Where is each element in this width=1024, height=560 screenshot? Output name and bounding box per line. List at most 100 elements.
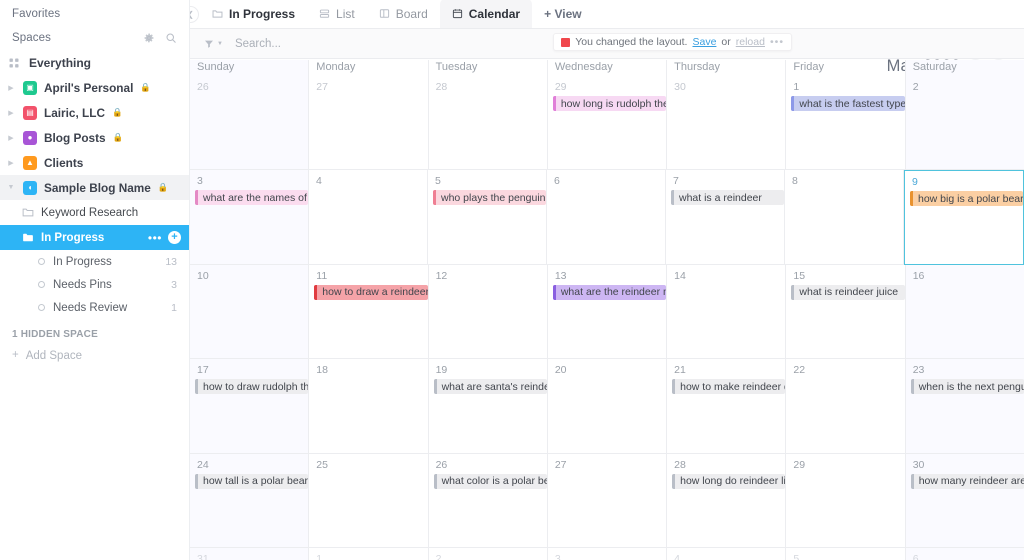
search-icon[interactable] — [165, 32, 177, 44]
calendar-day-cell[interactable]: 2 — [428, 548, 548, 560]
chevron-right-icon[interactable]: ▶ — [6, 134, 16, 142]
chevron-down-icon[interactable]: ▼ — [6, 184, 16, 191]
calendar-day-cell[interactable]: 14 — [667, 264, 787, 359]
tab-calendar[interactable]: Calendar — [439, 0, 533, 28]
add-list-button[interactable]: + — [168, 231, 181, 244]
calendar-day-cell[interactable]: 27 — [547, 453, 668, 548]
sidebar-list-in-progress[interactable]: In Progress 13 — [0, 250, 189, 273]
calendar-event[interactable]: how long is rudolph the red n — [552, 96, 667, 111]
sidebar-space-aprils-personal[interactable]: ▶ ▣ April's Personal 🔒 — [0, 75, 189, 100]
search-input[interactable]: Search... — [235, 38, 281, 50]
folder-label: In Progress — [41, 231, 105, 244]
calendar-day-cell[interactable]: 15 what is reindeer juice — [786, 264, 906, 359]
calendar-day-cell[interactable]: 10 — [190, 264, 310, 359]
calendar-day-cell[interactable]: 1 — [309, 548, 429, 560]
filter-button[interactable]: ▼ — [204, 39, 223, 49]
tab-board[interactable]: Board — [367, 0, 440, 28]
sidebar-list-needs-pins[interactable]: Needs Pins 3 — [0, 273, 189, 296]
add-space-button[interactable]: + Add Space — [0, 344, 189, 368]
calendar-day-cell[interactable]: 6 — [547, 170, 666, 265]
tab-label: List — [336, 6, 355, 21]
calendar-event[interactable]: how to draw rudolph the red- — [195, 379, 309, 394]
calendar-event[interactable]: what are the reindeer names — [552, 284, 667, 300]
save-link[interactable]: Save — [692, 36, 716, 48]
calendar-day-cell[interactable]: 24 how tall is a polar bear on its — [190, 453, 310, 548]
calendar-event[interactable]: when is the next penguin gam — [910, 379, 1024, 394]
calendar-day-cell[interactable]: 11 how to draw a reindeer face — [309, 264, 429, 359]
calendar-day-cell[interactable]: 3 — [547, 548, 668, 560]
calendar-day-cell[interactable]: 12 — [428, 264, 548, 359]
calendar-day-cell[interactable]: 29 how long is rudolph the red n — [547, 76, 668, 170]
sidebar-space-blog-posts[interactable]: ▶ ● Blog Posts 🔒 — [0, 125, 189, 150]
calendar-day-cell[interactable]: 30 — [667, 76, 787, 170]
calendar-event[interactable]: how tall is a polar bear on its — [195, 473, 309, 489]
calendar-event[interactable]: how to draw a reindeer face — [314, 284, 428, 300]
day-number: 27 — [554, 458, 567, 471]
add-view-button[interactable]: + View — [532, 0, 593, 28]
calendar-day-cell[interactable]: 22 — [786, 359, 906, 454]
calendar-day-cell[interactable]: 19 what are santa's reindeer nam — [428, 359, 548, 454]
calendar-event[interactable]: what is the fastest type of pe — [791, 96, 905, 111]
calendar-event[interactable]: what is reindeer juice — [791, 284, 905, 300]
calendar-event[interactable]: how to make reindeer dust — [672, 379, 786, 394]
gear-icon[interactable] — [143, 32, 155, 44]
event-title: how big is a polar bear — [918, 192, 1023, 205]
chevron-right-icon[interactable]: ▶ — [6, 109, 16, 117]
sidebar-folder-keyword-research[interactable]: Keyword Research — [0, 200, 189, 225]
sidebar-space-clients[interactable]: ▶ ▲ Clients — [0, 150, 189, 175]
sidebar-space-lairic-llc[interactable]: ▶ ▤ Lairic, LLC 🔒 — [0, 100, 189, 125]
calendar-event[interactable]: what are the names of santa' — [195, 190, 308, 205]
calendar-day-cell[interactable]: 3what are the names of santa' — [190, 170, 309, 265]
calendar-day-cell[interactable]: 17 how to draw rudolph the red- — [190, 359, 310, 454]
calendar-day-cell[interactable]: 18 — [309, 359, 429, 454]
calendar-day-cell[interactable]: 4 — [667, 548, 787, 560]
calendar-event[interactable]: who plays the penguin in got — [433, 190, 546, 205]
calendar-day-cell[interactable]: 9 how big is a polar bear — [904, 170, 1024, 265]
calendar-day-cell[interactable]: 8 — [785, 170, 904, 265]
event-title: what are the reindeer names — [560, 286, 667, 298]
notice-more-icon[interactable]: ••• — [770, 37, 784, 48]
calendar-day-cell[interactable]: 28 how long do reindeer live — [667, 453, 787, 548]
list-count: 3 — [171, 278, 177, 291]
tab-list[interactable]: List — [307, 0, 367, 28]
calendar-event[interactable]: what is a reindeer — [671, 190, 784, 205]
calendar-event[interactable]: what are santa's reindeer nam — [433, 379, 547, 394]
list-count: 1 — [171, 301, 177, 314]
calendar-day-cell[interactable]: 2 — [905, 76, 1024, 170]
calendar-day-cell[interactable]: 30 how many reindeer are there — [905, 453, 1024, 548]
calendar-event[interactable]: what color is a polar bear — [433, 473, 547, 489]
calendar-day-cell[interactable]: 20 — [547, 359, 668, 454]
day-header-monday: Monday — [309, 60, 429, 76]
chevron-right-icon[interactable]: ▶ — [6, 84, 16, 92]
calendar-day-cell[interactable]: 28 — [428, 76, 548, 170]
calendar-day-cell[interactable]: 1 what is the fastest type of pe — [786, 76, 906, 170]
calendar-day-cell[interactable]: 25 — [309, 453, 429, 548]
sidebar-space-sample-blog-name[interactable]: ▼ ◖ Sample Blog Name 🔒 — [0, 175, 189, 200]
calendar-day-cell[interactable]: 4 — [309, 170, 428, 265]
sidebar-folder-in-progress[interactable]: In Progress ••• + — [0, 225, 189, 250]
calendar-day-cell[interactable]: 23 when is the next penguin gam — [905, 359, 1024, 454]
calendar-day-cell[interactable]: 7 what is a reindeer — [666, 170, 785, 265]
grid-icon — [8, 57, 20, 69]
reload-link[interactable]: reload — [736, 36, 765, 48]
calendar-day-cell[interactable]: 13 what are the reindeer names — [547, 264, 668, 359]
day-number: 5 — [435, 175, 441, 187]
sidebar-item-everything[interactable]: Everything — [0, 50, 189, 75]
chevron-right-icon[interactable]: ▶ — [6, 159, 16, 167]
calendar-day-cell[interactable]: 31 — [190, 548, 310, 560]
calendar-day-cell[interactable]: 26 what color is a polar bear — [428, 453, 548, 548]
calendar-event[interactable]: how many reindeer are there — [910, 473, 1024, 489]
calendar-day-cell[interactable]: 21 how to make reindeer dust — [667, 359, 787, 454]
calendar-day-cell[interactable]: 27 — [309, 76, 429, 170]
calendar-event[interactable]: how big is a polar bear — [910, 191, 1023, 206]
space-label: April's Personal — [44, 80, 134, 95]
calendar-day-cell[interactable]: 16 — [905, 264, 1024, 359]
calendar-day-cell[interactable]: 29 — [786, 453, 906, 548]
calendar-day-cell[interactable]: 5 — [786, 548, 906, 560]
calendar-day-cell[interactable]: 26 — [190, 76, 310, 170]
sidebar-list-needs-review[interactable]: Needs Review 1 — [0, 296, 189, 319]
calendar-day-cell[interactable]: 6 — [905, 548, 1024, 560]
calendar-day-cell[interactable]: 5 who plays the penguin in got — [428, 170, 547, 265]
calendar-event[interactable]: how long do reindeer live — [672, 473, 786, 489]
folder-more-icon[interactable]: ••• — [148, 232, 162, 244]
